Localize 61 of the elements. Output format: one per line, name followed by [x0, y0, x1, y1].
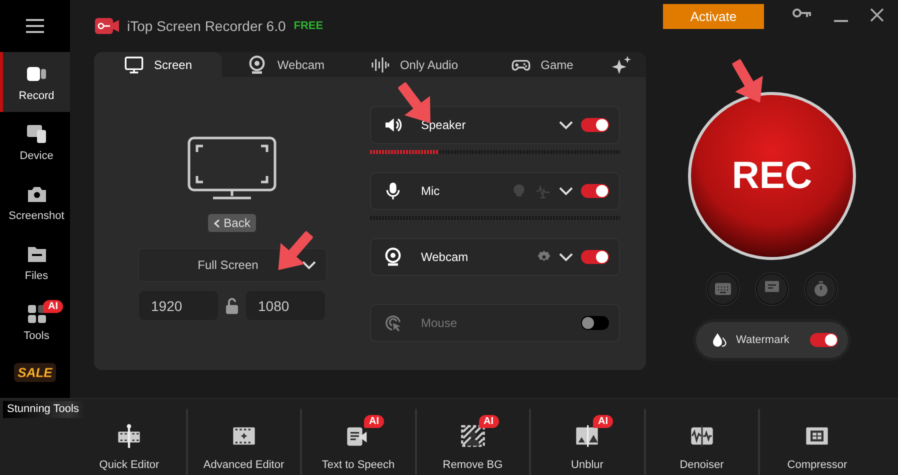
height-field[interactable]: 1080	[246, 291, 325, 320]
ai-badge: AI	[478, 415, 498, 428]
sidebar-item[interactable]: Record	[0, 52, 70, 112]
audio-source-row[interactable]: Webcam	[370, 238, 620, 276]
editor-icon	[116, 423, 142, 449]
tab[interactable]: Screen	[94, 52, 222, 77]
tool-item[interactable]: AI Remove BG	[416, 409, 531, 475]
toggle-switch[interactable]	[810, 333, 838, 347]
edition-label: FREE	[294, 20, 324, 32]
window-title: iTop Screen Recorder 6.0	[127, 18, 286, 34]
section-title: Stunning Tools	[3, 401, 85, 418]
tool-item[interactable]: Compressor	[760, 409, 874, 475]
audio-source-row[interactable]: Mic	[370, 172, 620, 210]
unlocked-padlock-icon[interactable]	[226, 298, 238, 314]
chevron-icon[interactable]	[559, 120, 573, 130]
back-button[interactable]: Back	[208, 214, 256, 232]
tab[interactable]: Game	[478, 52, 606, 77]
mouse-icon	[383, 313, 403, 333]
water-drops-icon	[710, 331, 728, 349]
device-icon	[24, 122, 48, 146]
ai-badge: AI	[43, 300, 63, 313]
cutout-icon	[460, 423, 486, 449]
toggle-switch[interactable]	[581, 250, 609, 264]
gear-icon[interactable]	[537, 250, 551, 264]
key-icon[interactable]	[792, 8, 812, 18]
toggle-switch[interactable]	[581, 184, 609, 198]
ai-badge: AI	[593, 415, 613, 428]
webcam-icon	[383, 247, 403, 267]
chevron-icon[interactable]	[559, 252, 573, 262]
tool-item[interactable]: AI Text to Speech	[302, 409, 416, 475]
unblur-icon	[574, 423, 600, 449]
chevron-icon[interactable]	[559, 186, 573, 196]
webcam-icon	[247, 54, 268, 74]
keyboard-icon	[715, 283, 731, 295]
audio-icon	[370, 54, 390, 74]
ai-badge: AI	[364, 415, 384, 428]
stopwatch-icon	[814, 281, 828, 297]
screen-icon	[124, 54, 144, 74]
capture-mode-dropdown[interactable]: Full Screen	[138, 248, 326, 282]
tab[interactable]: Only Audio	[350, 52, 478, 77]
tool-item[interactable]: AI Unblur	[531, 409, 646, 475]
tool-item[interactable]: Advanced Editor	[188, 409, 302, 475]
timer-button[interactable]	[805, 273, 837, 305]
close-icon[interactable]	[870, 8, 884, 22]
sale-promo[interactable]: SALE	[14, 362, 56, 382]
toggle-switch[interactable]	[581, 118, 609, 132]
tab[interactable]: Webcam	[222, 52, 350, 77]
sparkle-icon[interactable]	[610, 54, 632, 76]
width-field[interactable]: 1920	[139, 291, 218, 320]
tool-item[interactable]: Denoiser	[646, 409, 760, 475]
chevron-left-icon	[214, 218, 220, 228]
keyboard-button[interactable]	[707, 273, 739, 305]
menu-icon	[25, 18, 45, 34]
monitor-icon	[187, 136, 277, 202]
audio-source-row[interactable]: Speaker	[370, 106, 620, 144]
chevron-icon[interactable]	[302, 260, 316, 270]
app-logo-icon	[95, 18, 119, 34]
watermark-control[interactable]: Watermark	[696, 322, 848, 358]
record-button[interactable]: REC	[688, 92, 856, 260]
denoise-icon	[688, 423, 715, 449]
presentation-button[interactable]	[756, 273, 788, 305]
